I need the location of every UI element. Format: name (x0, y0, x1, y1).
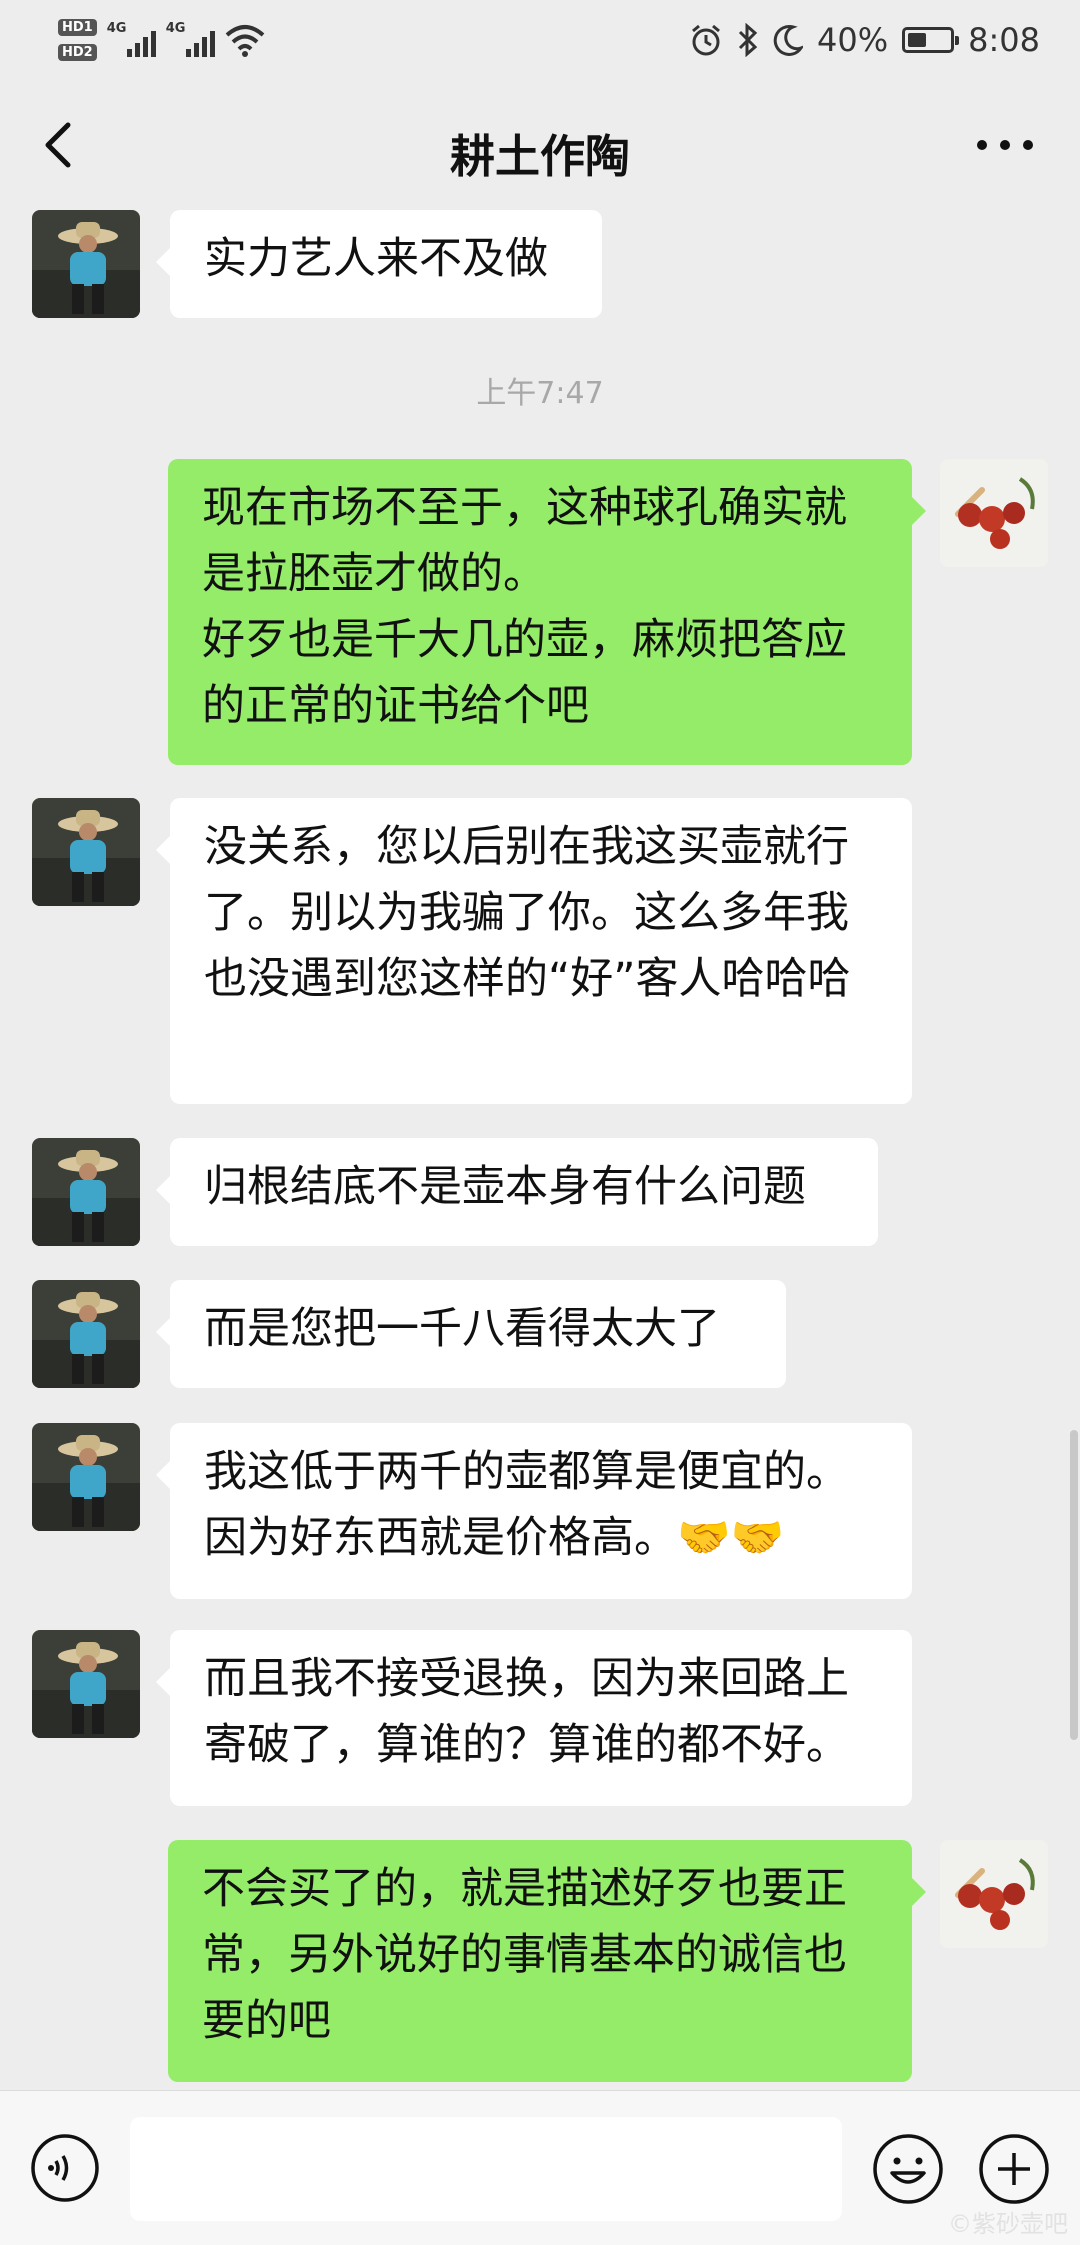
scrollbar[interactable] (1070, 1430, 1078, 1740)
status-left: HD1 HD2 4G 4G (58, 12, 265, 68)
message-bubble-received[interactable]: 没关系，您以后别在我这买壶就行了。别以为我骗了你。这么多年我也没遇到您这样的“好… (156, 798, 912, 1104)
message-bubble-received[interactable]: 而是您把一千八看得太大了 (156, 1280, 786, 1388)
message-bubble-received[interactable]: 而且我不接受退换，因为来回路上寄破了，算谁的？算谁的都不好。 (156, 1630, 912, 1806)
my-avatar-image (940, 459, 1048, 567)
my-avatar[interactable] (940, 459, 1048, 567)
chat-title: 耕土作陶 (449, 130, 630, 183)
contact-avatar[interactable] (32, 1138, 140, 1246)
network-2-label: 4G (165, 21, 186, 36)
signal-1-icon: 4G (106, 21, 156, 57)
wifi-icon (225, 25, 265, 57)
contact-avatar-image (32, 210, 140, 318)
message-bubble-received[interactable]: 我这低于两千的壶都算是便宜的。因为好东西就是价格高。🤝🤝 (156, 1423, 912, 1599)
input-bar: ©紫砂壶吧 (0, 2090, 1080, 2245)
hd2-badge: HD2 (58, 44, 97, 61)
more-options-icon[interactable] (970, 125, 1040, 165)
network-1-label: 4G (106, 21, 127, 36)
message-bubble-sent[interactable]: 不会买了的，就是描述好歹也要正常，另外说好的事情基本的诚信也要的吧 (168, 1840, 926, 2082)
hd1-badge: HD1 (58, 19, 97, 36)
contact-avatar-image (32, 798, 140, 906)
contact-avatar-image (32, 1138, 140, 1246)
emoji-icon[interactable] (872, 2133, 944, 2205)
chat-header: 耕土作陶 (0, 80, 1080, 210)
clock: 8:08 (968, 21, 1040, 59)
watermark: ©紫砂壶吧 (948, 2210, 1068, 2238)
bluetooth-icon (738, 23, 758, 57)
contact-avatar[interactable] (32, 210, 140, 318)
contact-avatar[interactable] (32, 1630, 140, 1738)
my-avatar-image (940, 1840, 1048, 1948)
contact-avatar-image (32, 1423, 140, 1531)
battery-percent: 40% (817, 21, 889, 59)
moon-icon (773, 24, 804, 56)
message-list[interactable]: 实力艺人来不及做 上午7:47 现在市场不至于，这种球孔确实就是拉胚壶才做的。 … (0, 210, 1080, 2090)
battery-icon (902, 27, 960, 53)
contact-avatar-image (32, 1280, 140, 1388)
voice-input-icon[interactable] (30, 2133, 100, 2203)
contact-avatar[interactable] (32, 798, 140, 906)
contact-avatar-image (32, 1630, 140, 1738)
message-bubble-received[interactable]: 实力艺人来不及做 (156, 210, 602, 318)
message-input[interactable] (130, 2117, 842, 2221)
hd-indicators: HD1 HD2 (58, 19, 97, 61)
signal-2-icon: 4G (165, 21, 215, 57)
alarm-icon (692, 24, 720, 56)
status-bar: HD1 HD2 4G 4G 40% 8:08 (0, 0, 1080, 80)
my-avatar[interactable] (940, 1840, 1048, 1948)
contact-avatar[interactable] (32, 1423, 140, 1531)
message-bubble-received[interactable]: 归根结底不是壶本身有什么问题 (156, 1138, 878, 1246)
contact-avatar[interactable] (32, 1280, 140, 1388)
message-bubble-sent[interactable]: 现在市场不至于，这种球孔确实就是拉胚壶才做的。 好歹也是千大几的壶，麻烦把答应的… (168, 459, 926, 765)
status-right: 40% 8:08 (689, 16, 1040, 64)
message-timestamp: 上午7:47 (476, 376, 604, 411)
add-more-icon[interactable] (978, 2133, 1050, 2205)
